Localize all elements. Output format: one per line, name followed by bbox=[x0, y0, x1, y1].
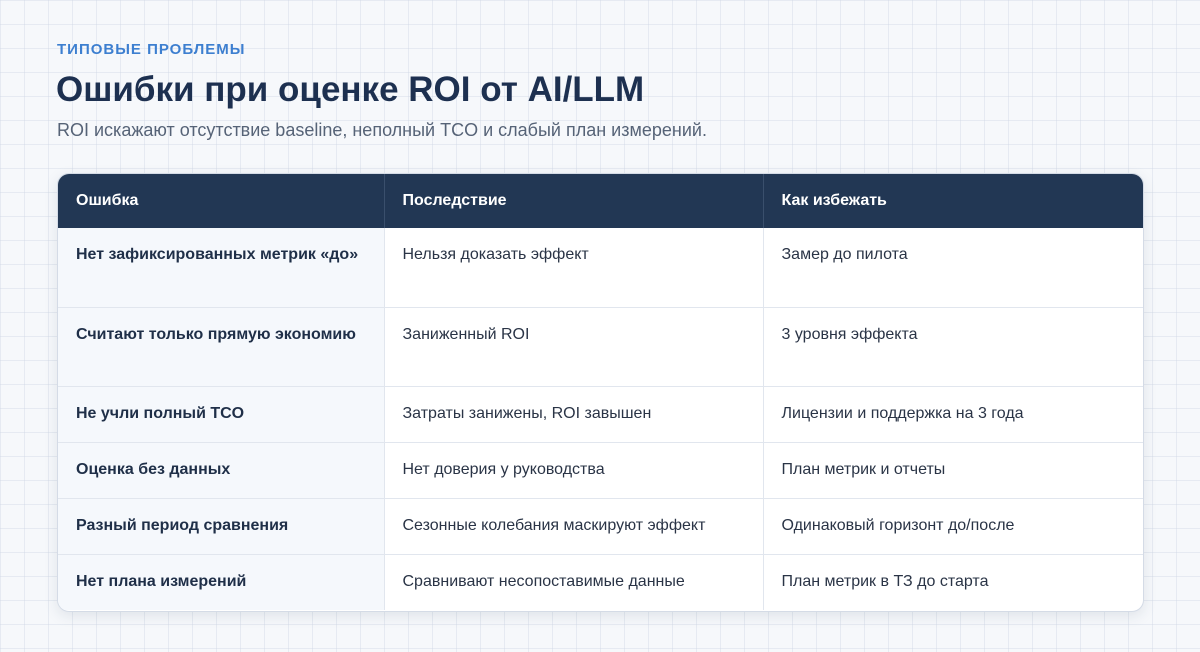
fix-cell: Одинаковый горизонт до/после bbox=[763, 497, 1143, 554]
page-title: Ошибки при оценке ROI от AI/LLM bbox=[56, 70, 645, 109]
consequence-cell: Нет доверия у руководства bbox=[384, 441, 764, 498]
section-eyebrow: ТИПОВЫЕ ПРОБЛЕМЫ bbox=[57, 41, 246, 58]
fix-cell: План метрик и отчеты bbox=[763, 441, 1143, 498]
column-header-fix: Как избежать bbox=[763, 174, 1143, 228]
table-row: Разный период сравнения Сезонные колебан… bbox=[58, 497, 1143, 554]
error-cell: Оценка без данных bbox=[58, 441, 385, 498]
consequence-cell: Заниженный ROI bbox=[384, 306, 764, 386]
error-cell: Нет плана измерений bbox=[58, 553, 385, 610]
consequence-cell: Нельзя доказать эффект bbox=[384, 228, 764, 307]
fix-cell: Лицензии и поддержка на 3 года bbox=[763, 385, 1143, 442]
column-header-error: Ошибка bbox=[58, 174, 385, 228]
errors-table: Ошибка Последствие Как избежать Нет зафи… bbox=[58, 174, 1143, 610]
table-row: Не учли полный TCO Затраты занижены, ROI… bbox=[58, 385, 1143, 442]
error-cell: Нет зафиксированных метрик «до» bbox=[58, 228, 385, 307]
consequence-cell: Затраты занижены, ROI завышен bbox=[384, 385, 764, 442]
table-row: Считают только прямую экономию Заниженны… bbox=[58, 306, 1143, 386]
consequence-cell: Сезонные колебания маскируют эффект bbox=[384, 497, 764, 554]
consequence-cell: Сравнивают несопоставимые данные bbox=[384, 553, 764, 610]
table-header-row: Ошибка Последствие Как избежать bbox=[58, 174, 1143, 228]
errors-table-card: Ошибка Последствие Как избежать Нет зафи… bbox=[57, 173, 1144, 612]
fix-cell: План метрик в ТЗ до старта bbox=[763, 553, 1143, 610]
fix-cell: Замер до пилота bbox=[781, 246, 908, 263]
table-row: Оценка без данных Нет доверия у руководс… bbox=[58, 441, 1143, 498]
error-cell: Считают только прямую экономию bbox=[58, 306, 385, 386]
error-cell: Разный период сравнения bbox=[58, 497, 385, 554]
table-row: Нет зафиксированных метрик «до» Нельзя д… bbox=[58, 228, 1143, 307]
table-row: Нет плана измерений Сравнивают несопоста… bbox=[58, 553, 1143, 610]
column-header-consequence: Последствие bbox=[384, 174, 764, 228]
error-cell: Не учли полный TCO bbox=[58, 385, 385, 442]
fix-cell: 3 уровня эффекта bbox=[763, 306, 1143, 386]
page-subtitle: ROI искажают отсутствие baseline, неполн… bbox=[57, 120, 707, 140]
